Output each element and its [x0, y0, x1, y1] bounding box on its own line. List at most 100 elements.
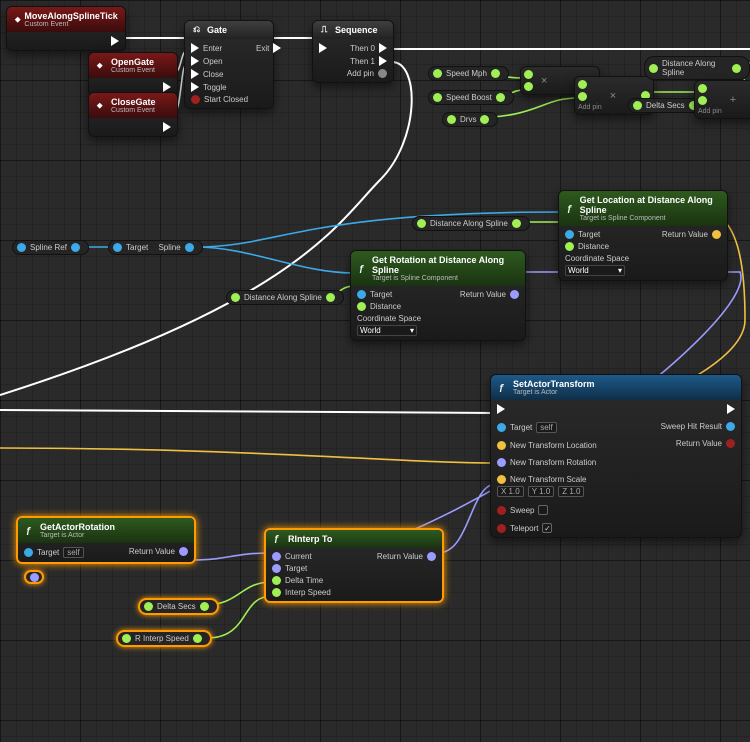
var-speed-mph[interactable]: Speed Mph [428, 66, 509, 81]
scale-z[interactable]: Z 1.0 [558, 486, 584, 497]
var-rinterp-speed[interactable]: R Interp Speed [116, 630, 212, 647]
dropdown-coord-space[interactable]: World▾ [357, 325, 417, 336]
reroute-node[interactable] [24, 570, 44, 584]
pin-return[interactable] [427, 552, 436, 561]
pin-distance[interactable] [565, 242, 574, 251]
node-get-location-at-distance[interactable]: ƒ Get Location at Distance Along Spline … [558, 190, 728, 281]
pin-distance[interactable] [357, 302, 366, 311]
pin-then0[interactable] [379, 43, 387, 53]
node-sequence[interactable]: ⎍ Sequence Then 0 Then 1 Add pin [312, 20, 394, 83]
pin-b[interactable] [698, 96, 707, 105]
exec-out-pin[interactable] [163, 122, 171, 132]
pin[interactable] [417, 219, 426, 228]
label-addpin[interactable]: Add pin [347, 69, 374, 78]
pin-current[interactable] [272, 552, 281, 561]
pin-open[interactable] [191, 56, 199, 66]
node-gate[interactable]: ⎌ Gate Enter Open Close Toggle Start Clo… [184, 20, 274, 109]
pin-target[interactable] [24, 548, 33, 557]
pin-return[interactable] [726, 439, 735, 448]
addpin[interactable]: Add pin [698, 108, 722, 115]
pin-hit[interactable] [726, 422, 735, 431]
exec-in-pin[interactable] [497, 404, 505, 414]
addpin[interactable]: Add pin [578, 104, 602, 111]
exec-out-pin[interactable] [111, 36, 119, 46]
event-icon: ◈ [97, 61, 107, 71]
checkbox-teleport[interactable]: ✓ [542, 523, 552, 533]
pin-b[interactable] [524, 82, 533, 91]
pin-out[interactable] [491, 69, 500, 78]
dropdown-coord-space[interactable]: World▾ [565, 265, 625, 276]
node-set-actor-transform[interactable]: ƒ SetActorTransform Target is Actor Targ… [490, 374, 742, 538]
pin-out[interactable] [480, 115, 489, 124]
pin-out[interactable] [326, 293, 335, 302]
pin-out[interactable] [512, 219, 521, 228]
pin-speed[interactable] [272, 588, 281, 597]
scale-y[interactable]: Y 1.0 [528, 486, 555, 497]
scale-x[interactable]: X 1.0 [497, 486, 524, 497]
node-move-along-spline-tick[interactable]: ◈ MoveAlongSplineTick Custom Event [6, 6, 126, 51]
pin[interactable] [30, 573, 39, 582]
pin-target[interactable] [113, 243, 122, 252]
pin-out[interactable] [732, 64, 741, 73]
pin[interactable] [433, 93, 442, 102]
pin-a[interactable] [524, 70, 533, 79]
pin[interactable] [649, 64, 658, 73]
pin-add[interactable] [378, 69, 387, 78]
exec-out-pin[interactable] [163, 82, 171, 92]
var-distance-along-spline-2[interactable]: Distance Along Spline [226, 290, 344, 305]
pin-out[interactable] [200, 602, 209, 611]
pin-b[interactable] [578, 92, 587, 101]
node-subtitle: Target is Actor [40, 532, 115, 539]
node-add[interactable]: Add pin + [694, 80, 750, 119]
pin-sweep[interactable] [497, 506, 506, 515]
pin[interactable] [447, 115, 456, 124]
pin[interactable] [144, 602, 153, 611]
pin-target[interactable] [357, 290, 366, 299]
node-open-gate[interactable]: ◈ OpenGate Custom Event [88, 52, 178, 97]
pin-return[interactable] [510, 290, 519, 299]
pin-spline[interactable] [185, 243, 194, 252]
var-speed-boost[interactable]: Speed Boost [428, 90, 514, 105]
pin-out[interactable] [496, 93, 505, 102]
pin[interactable] [433, 69, 442, 78]
pin-target[interactable] [497, 423, 506, 432]
pin[interactable] [231, 293, 240, 302]
pin-a[interactable] [578, 80, 587, 89]
pin-return[interactable] [712, 230, 721, 239]
pin-return[interactable] [179, 547, 188, 556]
pin-exit[interactable] [273, 43, 281, 53]
pin-target[interactable] [272, 564, 281, 573]
node-rinterp-to[interactable]: ƒ RInterp To Current Target Delta Time I… [264, 528, 444, 603]
var-drvs[interactable]: Drvs [442, 112, 498, 127]
pin-a[interactable] [698, 84, 707, 93]
exec-in-pin[interactable] [319, 43, 327, 53]
pin-out[interactable] [71, 243, 80, 252]
var-spline-ref[interactable]: Spline Ref [12, 240, 89, 255]
node-target-spline[interactable]: Target Spline [108, 240, 203, 255]
exec-out-pin[interactable] [727, 404, 735, 414]
pin-target[interactable] [565, 230, 574, 239]
dropdown-value: World [568, 266, 589, 275]
pin-close[interactable] [191, 69, 199, 79]
var-distance-along-spline-top[interactable]: Distance Along Spline [644, 56, 750, 80]
pin[interactable] [633, 101, 642, 110]
node-header: ◈ OpenGate Custom Event [89, 53, 177, 78]
pin-rotation[interactable] [497, 458, 506, 467]
node-get-rotation-at-distance[interactable]: ƒ Get Rotation at Distance Along Spline … [350, 250, 526, 341]
pin-toggle[interactable] [191, 82, 199, 92]
pin-out[interactable] [193, 634, 202, 643]
pin[interactable] [17, 243, 26, 252]
pin-enter[interactable] [191, 43, 199, 53]
pin-then1[interactable] [379, 56, 387, 66]
pin[interactable] [122, 634, 131, 643]
pin-delta[interactable] [272, 576, 281, 585]
pin-scale[interactable] [497, 475, 506, 484]
node-close-gate[interactable]: ◈ CloseGate Custom Event [88, 92, 178, 137]
pin-start-closed[interactable] [191, 95, 200, 104]
var-delta-secs[interactable]: Delta Secs [138, 598, 219, 615]
node-get-actor-rotation[interactable]: ƒ GetActorRotation Target is Actor Targe… [16, 516, 196, 564]
pin-teleport[interactable] [497, 524, 506, 533]
checkbox-sweep[interactable] [538, 505, 548, 515]
pin-location[interactable] [497, 441, 506, 450]
var-distance-along-spline-1[interactable]: Distance Along Spline [412, 216, 530, 231]
